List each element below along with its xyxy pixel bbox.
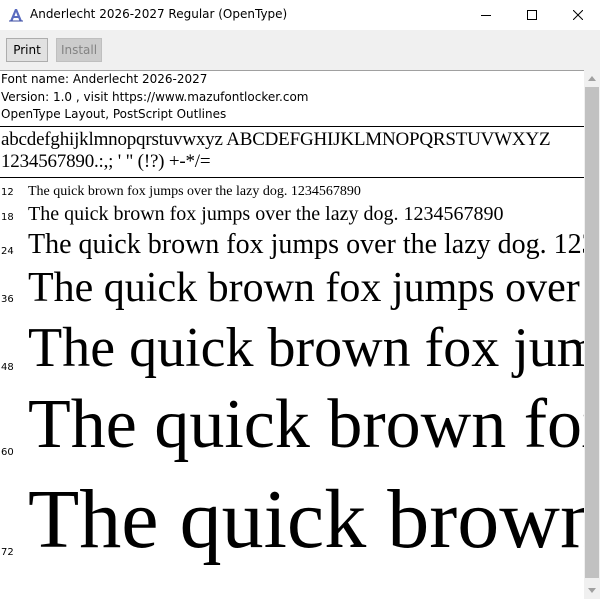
size-label: 60 <box>1 447 14 458</box>
font-outlines-text: OpenType Layout, PostScript Outlines <box>1 107 227 121</box>
size-label: 12 <box>1 187 14 198</box>
print-button[interactable]: Print <box>6 38 48 62</box>
scrollbar-thumb[interactable] <box>585 87 599 578</box>
font-preview-pane: Font name: Anderlecht 2026-2027 Version:… <box>0 70 584 599</box>
close-button[interactable] <box>555 0 600 29</box>
minimize-button[interactable] <box>463 0 509 29</box>
sample-text: The quick brown fox jumps over the lazy … <box>28 203 504 225</box>
window-title: Anderlecht 2026-2027 Regular (OpenType) <box>30 7 288 21</box>
font-viewer-window: Anderlecht 2026-2027 Regular (OpenType) … <box>0 0 600 599</box>
divider <box>0 70 584 71</box>
size-label: 24 <box>1 246 14 257</box>
divider <box>0 126 584 127</box>
size-label: 36 <box>1 294 14 305</box>
title-bar[interactable]: Anderlecht 2026-2027 Regular (OpenType) <box>0 0 600 30</box>
sample-text: The quick brown fox jumps over the lazy … <box>28 386 584 463</box>
scroll-down-arrow-icon[interactable] <box>584 582 600 599</box>
sample-text: The quick brown fox jumps over the lazy … <box>28 473 584 566</box>
sample-text: The quick brown fox jumps over the lazy … <box>28 229 584 260</box>
charset-letters: abcdefghijklmnopqrstuvwxyz ABCDEFGHIJKLM… <box>1 129 551 150</box>
size-label: 72 <box>1 547 14 558</box>
sample-text: The quick brown fox jumps over the lazy … <box>28 317 584 379</box>
font-name-text: Font name: Anderlecht 2026-2027 <box>1 72 208 86</box>
sample-text: The quick brown fox jumps over the lazy … <box>28 265 584 311</box>
toolbar: Print Install <box>0 30 600 70</box>
size-label: 48 <box>1 362 14 373</box>
font-a-icon <box>8 7 24 23</box>
install-button[interactable]: Install <box>56 38 102 62</box>
maximize-button[interactable] <box>509 0 555 29</box>
sample-text: The quick brown fox jumps over the lazy … <box>28 184 361 199</box>
vertical-scrollbar[interactable] <box>584 70 600 599</box>
divider <box>0 177 584 178</box>
charset-digits-symbols: 1234567890.:,; ' " (!?) +-*/= <box>1 151 211 172</box>
scroll-up-arrow-icon[interactable] <box>584 70 600 87</box>
font-version-text: Version: 1.0 , visit https://www.mazufon… <box>1 90 309 104</box>
size-label: 18 <box>1 212 14 223</box>
